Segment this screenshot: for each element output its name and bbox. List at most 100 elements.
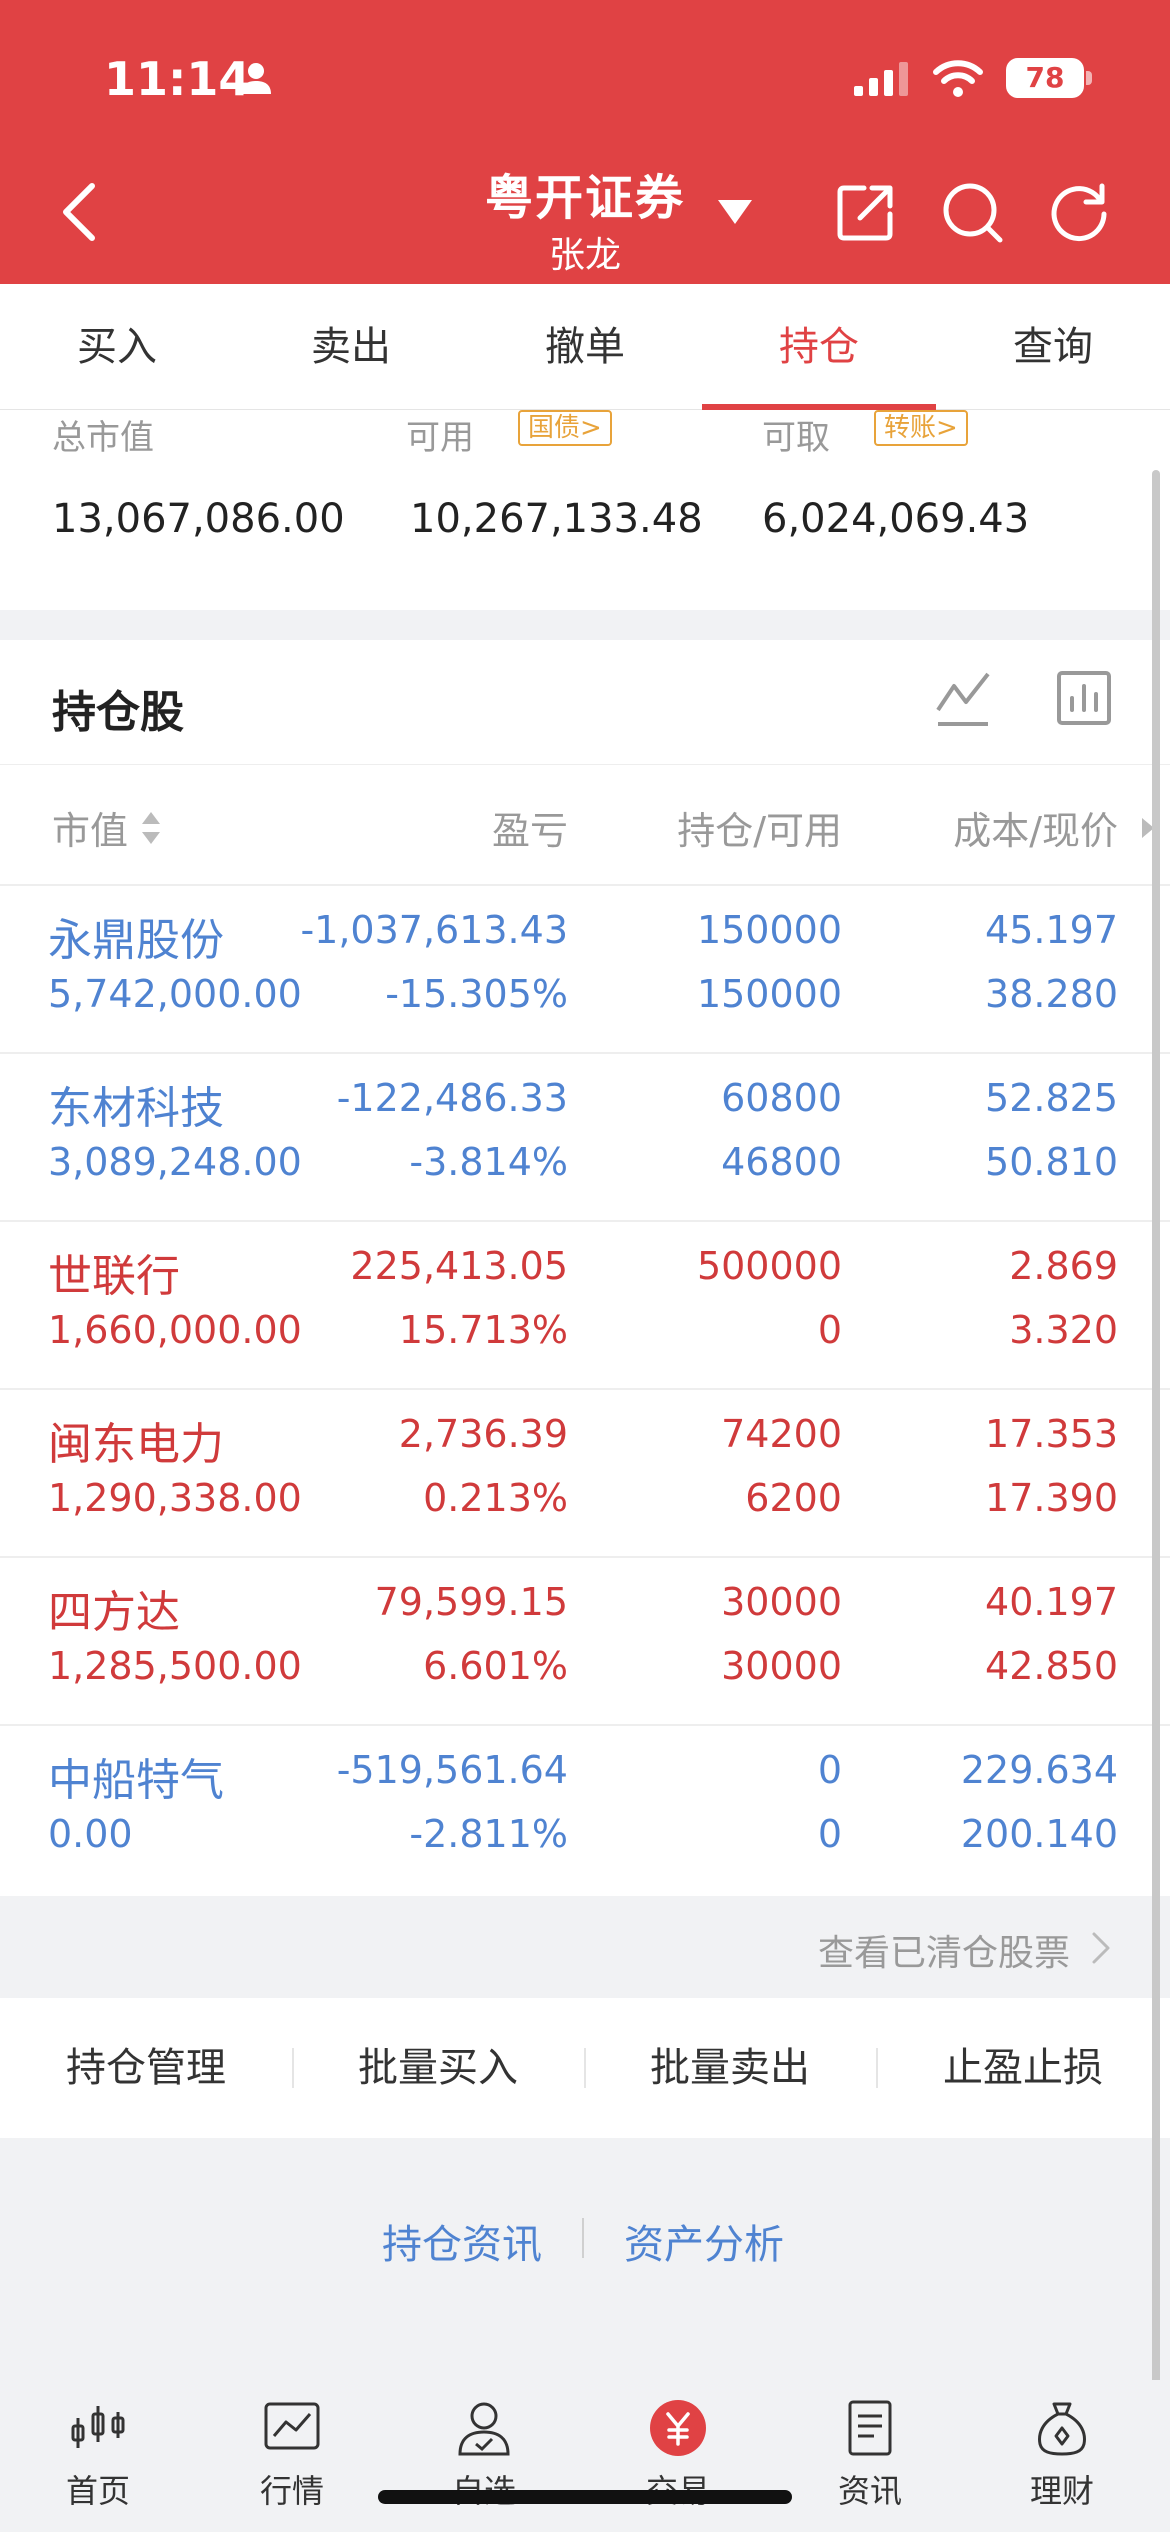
position-news-link[interactable]: 持仓资讯 — [382, 2212, 542, 2270]
stock-available: 0 — [817, 1308, 842, 1352]
stock-position: 0 — [817, 1748, 842, 1792]
stock-profit-loss-pct: 6.601% — [423, 1644, 568, 1688]
person-icon — [241, 63, 271, 94]
signal-icon — [854, 62, 908, 96]
available-label: 可用 — [406, 418, 474, 458]
nav-wealth[interactable]: 理财 — [982, 2398, 1142, 2518]
available-value: 10,267,133.48 — [410, 496, 703, 542]
take-profit-stop-loss-button[interactable]: 止盈止损 — [876, 1998, 1170, 2138]
table-row[interactable]: 永鼎股份 5,742,000.00 -1,037,613.43 -15.305%… — [0, 886, 1170, 1054]
nav-label: 行情 — [259, 2472, 324, 2510]
transfer-badge[interactable]: 转账> — [874, 410, 968, 446]
sort-icon[interactable] — [140, 810, 162, 846]
app-header: 11:14 78 粤开证券 张龙 — [0, 0, 1170, 284]
table-row[interactable]: 东材科技 3,089,248.00 -122,486.33 -3.814% 60… — [0, 1054, 1170, 1222]
total-market-value-label: 总市值 — [52, 418, 154, 458]
position-actions: 持仓管理 批量买入 批量卖出 止盈止损 — [0, 1998, 1170, 2138]
broker-title[interactable]: 粤开证券 — [400, 158, 770, 228]
holdings-section: 持仓股 市值 盈亏 持仓/可用 成本/现价 永鼎股份 5,742,000.00 … — [0, 640, 1170, 1896]
stock-available: 0 — [817, 1812, 842, 1856]
stock-name: 四方达 — [48, 1587, 180, 1638]
document-icon — [848, 2400, 892, 2456]
asset-summary: 总市值 可用 国债> 可取 转账> 13,067,086.00 10,267,1… — [0, 410, 1170, 610]
stock-cost: 52.825 — [985, 1076, 1118, 1120]
money-bag-icon — [1038, 2402, 1086, 2456]
asset-analysis-link[interactable]: 资产分析 — [624, 2212, 784, 2270]
info-links: 持仓资讯 资产分析 — [0, 2138, 1170, 2298]
nav-label: 交易 — [598, 2466, 758, 2512]
tab-sell[interactable]: 卖出 — [234, 284, 468, 410]
nav-label: 首页 — [65, 2472, 130, 2510]
line-chart-icon[interactable] — [934, 670, 992, 728]
column-cost-price: 成本/现价 — [953, 809, 1118, 853]
stock-cost: 17.353 — [985, 1412, 1118, 1456]
table-row[interactable]: 四方达 1,285,500.00 79,599.15 6.601% 30000 … — [0, 1558, 1170, 1726]
batch-buy-button[interactable]: 批量买入 — [292, 1998, 584, 2138]
stock-name: 永鼎股份 — [48, 915, 224, 966]
stock-available: 6200 — [745, 1476, 842, 1520]
stock-cost: 229.634 — [960, 1748, 1118, 1792]
refresh-icon[interactable] — [1048, 180, 1110, 242]
nav-news[interactable]: 资讯 — [790, 2398, 950, 2518]
table-row[interactable]: 世联行 1,660,000.00 225,413.05 15.713% 5000… — [0, 1222, 1170, 1390]
position-management-button[interactable]: 持仓管理 — [0, 1998, 292, 2138]
battery-level: 78 — [1006, 58, 1084, 98]
nav-home[interactable]: 首页 — [18, 2398, 178, 2518]
battery-icon: 78 — [1006, 58, 1092, 98]
tab-buy[interactable]: 买入 — [0, 284, 234, 410]
nav-market[interactable]: 行情 — [212, 2398, 372, 2518]
stock-profit-loss: -1,037,613.43 — [300, 908, 568, 952]
stock-cost: 40.197 — [985, 1580, 1118, 1624]
stock-price: 200.140 — [960, 1812, 1118, 1856]
stock-profit-loss-pct: 0.213% — [423, 1476, 568, 1520]
trend-chart-icon — [264, 2402, 320, 2450]
column-profit-loss: 盈亏 — [491, 809, 568, 853]
stock-name: 世联行 — [48, 1251, 180, 1302]
stock-cost: 2.869 — [1009, 1244, 1118, 1288]
tab-positions[interactable]: 持仓 — [702, 284, 936, 410]
bottom-nav: 首页 行情 自选 交易 资讯 理 — [0, 2380, 1170, 2532]
stock-available: 150000 — [696, 972, 842, 1016]
tab-query[interactable]: 查询 — [936, 284, 1170, 410]
stock-profit-loss: -519,561.64 — [336, 1748, 568, 1792]
stock-name: 中船特气 — [48, 1755, 224, 1806]
scrollbar[interactable] — [1152, 470, 1160, 2390]
stock-price: 50.810 — [985, 1140, 1118, 1184]
share-icon[interactable] — [836, 182, 896, 242]
stock-profit-loss-pct: -3.814% — [409, 1140, 568, 1184]
table-row[interactable]: 闽东电力 1,290,338.00 2,736.39 0.213% 74200 … — [0, 1390, 1170, 1558]
treasury-bond-badge[interactable]: 国债> — [518, 410, 612, 446]
candlestick-icon — [71, 2406, 125, 2448]
cleared-stocks-link[interactable]: 查看已清仓股票 — [0, 1896, 1170, 1996]
stock-position: 60800 — [721, 1076, 842, 1120]
batch-sell-button[interactable]: 批量卖出 — [584, 1998, 876, 2138]
stock-position: 150000 — [696, 908, 842, 952]
stock-name: 闽东电力 — [48, 1419, 224, 1470]
account-name: 张龙 — [548, 235, 621, 276]
status-time: 11:14 — [104, 52, 251, 106]
user-check-icon — [458, 2402, 510, 2456]
search-icon[interactable] — [940, 180, 1004, 244]
stock-available: 30000 — [721, 1644, 842, 1688]
nav-label: 自选 — [404, 2466, 564, 2512]
stock-profit-loss: 2,736.39 — [398, 1412, 568, 1456]
tab-cancel-order[interactable]: 撤单 — [468, 284, 702, 410]
column-market-value[interactable]: 市值 — [52, 800, 128, 855]
stock-price: 38.280 — [985, 972, 1118, 1016]
stock-position: 500000 — [696, 1244, 842, 1288]
stock-position: 30000 — [721, 1580, 842, 1624]
nav-label: 理财 — [1029, 2472, 1094, 2510]
stock-market-value: 1,285,500.00 — [48, 1644, 302, 1688]
total-market-value: 13,067,086.00 — [52, 496, 345, 542]
bar-chart-icon[interactable] — [1056, 670, 1112, 726]
wifi-icon — [933, 60, 983, 97]
trade-tabs: 买入 卖出 撤单 持仓 查询 — [0, 284, 1170, 410]
caret-down-icon[interactable] — [716, 198, 754, 226]
back-icon[interactable] — [56, 180, 104, 244]
withdrawable-value: 6,024,069.43 — [762, 496, 1030, 542]
stock-available: 46800 — [721, 1140, 842, 1184]
stock-profit-loss: 225,413.05 — [350, 1244, 568, 1288]
table-row[interactable]: 中船特气 0.00 -519,561.64 -2.811% 0 0 229.63… — [0, 1726, 1170, 1894]
stock-market-value: 5,742,000.00 — [48, 972, 302, 1016]
cleared-stocks-label: 查看已清仓股票 — [817, 1933, 1070, 1974]
